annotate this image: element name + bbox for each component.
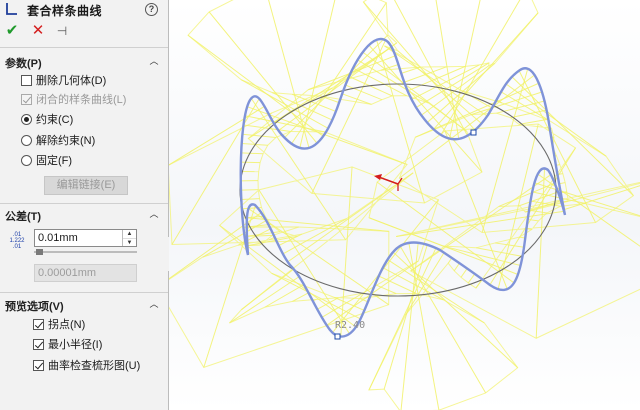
cancel-button[interactable]: ✕ <box>30 22 46 40</box>
preview-group-title: 预览选项(V) <box>5 301 64 313</box>
comb-tooth <box>242 133 276 138</box>
spin-up-icon[interactable]: ▲ <box>123 230 136 238</box>
min-radius-label: 最小半径(I) <box>48 339 103 351</box>
params-group-title: 参数(P) <box>5 58 42 70</box>
comb-tooth <box>229 276 300 324</box>
comb-tooth <box>444 130 508 290</box>
panel-title-row: 套合样条曲线 ? <box>0 0 168 20</box>
comb-tooth <box>467 273 476 284</box>
action-bar: ✔ ✕ ⊣ <box>0 22 168 42</box>
tolerance-value[interactable]: 0.01mm <box>38 231 78 246</box>
tolerance-group-header[interactable]: 公差(T) ︿ <box>5 208 165 224</box>
comb-tooth <box>208 11 318 144</box>
comb-tooth <box>299 0 336 149</box>
constrained-radio[interactable] <box>21 114 32 125</box>
slider-track <box>34 251 137 253</box>
spline-point-handle[interactable] <box>470 129 477 136</box>
curvature-comb-checkbox[interactable] <box>33 360 44 371</box>
divider <box>0 292 168 293</box>
divider <box>0 203 168 204</box>
tolerance-spinner[interactable]: ▲ ▼ <box>122 230 136 246</box>
unconstrained-radio[interactable] <box>21 135 32 146</box>
min-tolerance-value: 0.00001mm <box>38 267 97 279</box>
tolerance-group-title: 公差(T) <box>5 211 42 223</box>
closed-spline-label: 闭合的样条曲线(L) <box>36 94 127 106</box>
comb-tooth <box>518 118 549 125</box>
comb-tooth <box>376 181 515 284</box>
comb-tooth <box>241 198 260 200</box>
comb-tooth <box>435 0 460 139</box>
collapse-icon[interactable]: ︿ <box>149 299 159 309</box>
unconstrained-label: 解除约束(N) <box>36 135 96 147</box>
preview-group-header[interactable]: 预览选项(V) ︿ <box>5 298 165 314</box>
comb-tooth <box>244 115 325 133</box>
closed-spline-checkbox[interactable] <box>21 94 32 105</box>
delete-geometry-label: 删除几何体(D) <box>36 75 107 87</box>
comb-tooth <box>345 84 383 101</box>
ok-button[interactable]: ✔ <box>4 22 20 40</box>
comb-tooth <box>489 147 576 286</box>
divider <box>0 47 168 48</box>
fixed-radio[interactable] <box>21 155 32 166</box>
graphics-area[interactable] <box>169 0 640 410</box>
panel-title: 套合样条曲线 <box>27 4 103 18</box>
collapse-icon[interactable]: ︿ <box>149 56 159 66</box>
tolerance-icon-text: .01 <box>12 244 22 250</box>
inflection-checkbox[interactable] <box>33 319 44 330</box>
spin-down-icon[interactable]: ▼ <box>123 238 136 247</box>
constrained-label: 约束(C) <box>36 114 74 126</box>
min-radius-annotation: R2.40 <box>335 320 366 331</box>
inflection-label: 拐点(N) <box>48 319 86 331</box>
comb-tooth <box>399 245 487 394</box>
collapse-icon[interactable]: ︿ <box>149 209 159 219</box>
comb-tooth <box>460 268 468 278</box>
fixed-label: 固定(F) <box>36 155 73 167</box>
delete-geometry-checkbox[interactable] <box>21 75 32 86</box>
fit-spline-icon <box>6 3 17 15</box>
comb-tooth <box>311 40 387 194</box>
comb-tooth <box>169 105 265 166</box>
help-icon[interactable]: ? <box>145 3 158 16</box>
tolerance-icon: .01 1.222 .01 <box>6 232 28 252</box>
curvature-comb-label: 曲率检查梳形图(U) <box>48 360 141 372</box>
pin-icon[interactable]: ⊣ <box>54 22 70 40</box>
comb-tooth <box>241 152 264 155</box>
tolerance-input[interactable]: 0.01mm ▲ ▼ <box>34 229 137 247</box>
comb-tooth <box>453 262 460 272</box>
edit-link-button[interactable]: 编辑链接(E) <box>44 176 128 195</box>
slider-thumb[interactable] <box>36 249 43 255</box>
min-radius-point-handle[interactable] <box>334 333 341 340</box>
comb-tooth <box>240 189 259 191</box>
property-manager-panel: 套合样条曲线 ? ✔ ✕ ⊣ 参数(P) ︿ 删除几何体(D) 闭合的样条曲线(… <box>0 0 169 410</box>
min-radius-checkbox[interactable] <box>33 339 44 350</box>
sketch-canvas[interactable] <box>169 0 640 410</box>
params-group-header[interactable]: 参数(P) ︿ <box>5 55 165 71</box>
min-tolerance-field: 0.00001mm <box>34 264 137 282</box>
comb-tooth <box>258 189 350 335</box>
comb-envelope <box>169 0 640 410</box>
comb-tooth <box>527 218 539 222</box>
comb-tooth <box>334 296 365 311</box>
comb-tooth <box>348 76 393 97</box>
curvature-comb <box>169 0 640 410</box>
comb-tooth <box>440 0 521 136</box>
comb-tooth <box>247 106 408 165</box>
tolerance-slider[interactable] <box>34 249 137 255</box>
